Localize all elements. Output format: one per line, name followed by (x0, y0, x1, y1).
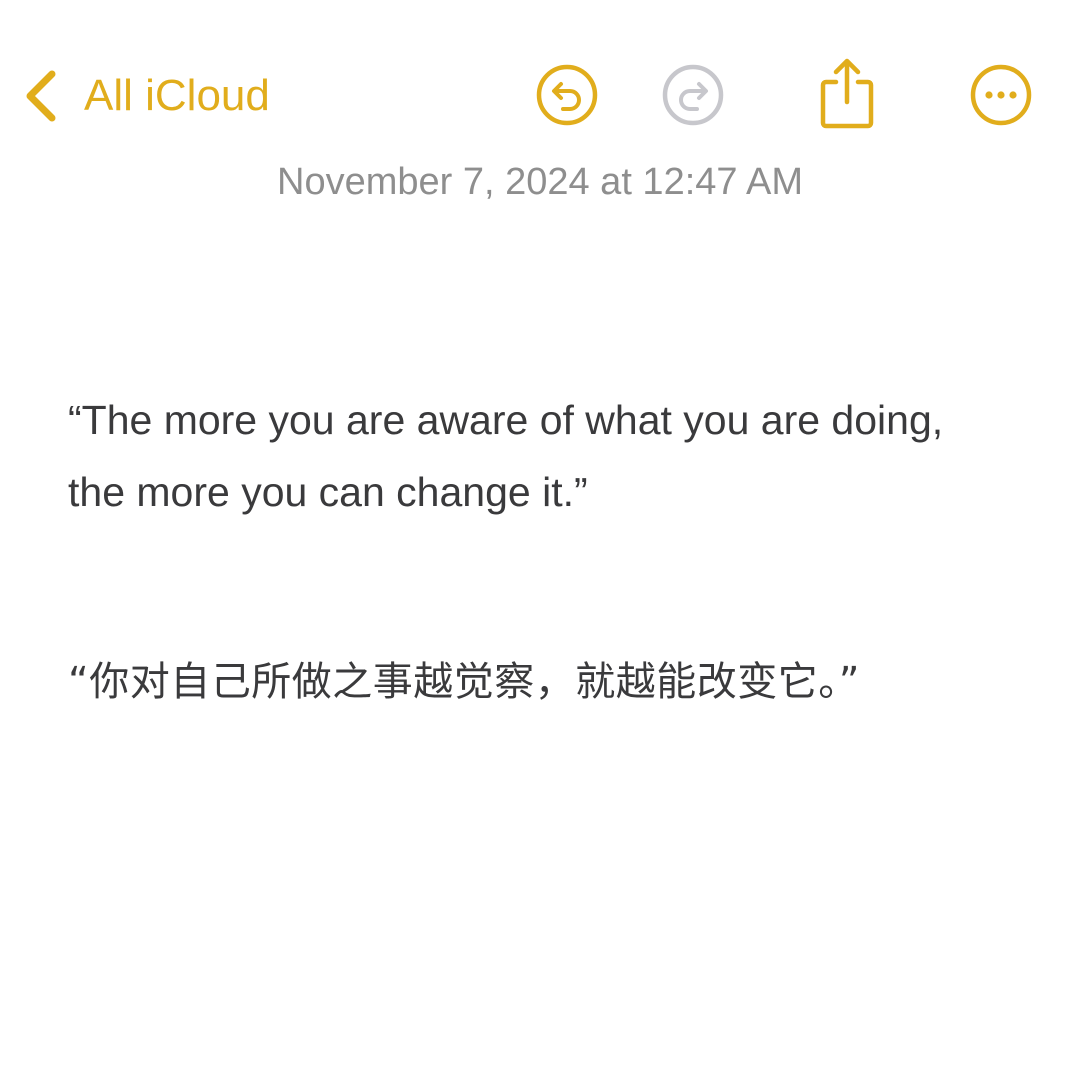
share-icon (814, 56, 880, 130)
redo-circle-icon (660, 62, 726, 128)
note-date: November 7, 2024 at 12:47 AM (277, 161, 803, 203)
undo-button[interactable] (534, 62, 600, 128)
redo-button[interactable] (660, 62, 726, 128)
undo-circle-icon (534, 62, 600, 128)
chevron-left-icon (20, 66, 60, 126)
share-button[interactable] (814, 56, 880, 129)
navigation-bar: All iCloud (0, 0, 1080, 150)
back-button[interactable]: All iCloud (20, 60, 270, 132)
ellipsis-circle-icon (968, 62, 1034, 128)
note-paragraph-chinese: “你对自己所做之事越觉察，就越能改变它。” (68, 659, 860, 705)
note-body[interactable]: “The more you are aware of what you are … (68, 384, 1008, 718)
more-button[interactable] (968, 62, 1034, 128)
note-paragraph-english: “The more you are aware of what you are … (68, 397, 944, 515)
back-button-label: All iCloud (84, 71, 270, 120)
